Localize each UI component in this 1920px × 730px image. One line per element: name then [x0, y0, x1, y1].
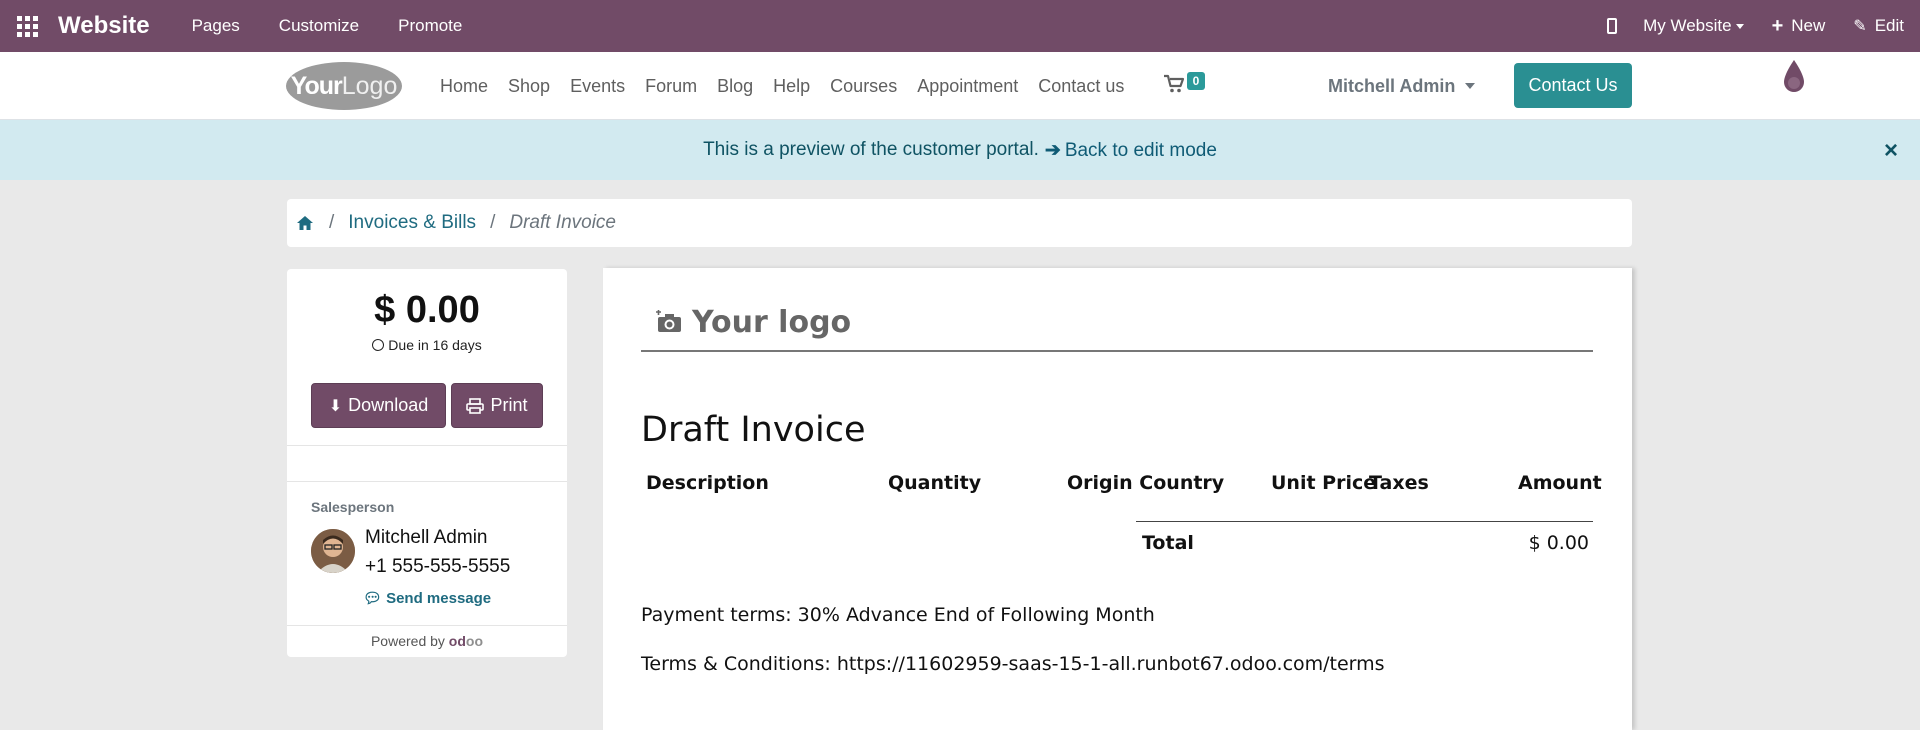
nav-forum[interactable]: Forum [645, 76, 697, 97]
nav-events[interactable]: Events [570, 76, 625, 97]
breadcrumb-current: Draft Invoice [509, 212, 616, 233]
divider [287, 481, 567, 482]
website-header: Your Logo Home Shop Events Forum Blog Hel… [0, 52, 1920, 120]
cart-icon [1164, 74, 1185, 93]
invoice-document: Your logo Draft Invoice Description Quan… [603, 268, 1632, 730]
company-logo-row: Your logo [641, 306, 1593, 352]
salesperson-label: Salesperson [311, 499, 395, 515]
due-text: Due in 16 days [388, 337, 482, 353]
menu-promote[interactable]: Promote [398, 16, 462, 36]
mobile-preview-icon[interactable] [1607, 18, 1618, 34]
plus-icon: + [1771, 15, 1784, 37]
preview-banner-text: This is a preview of the customer portal… [703, 139, 1039, 160]
nav-blog[interactable]: Blog [717, 76, 753, 97]
column-header-unit-price: Unit Price [1271, 472, 1377, 494]
edit-button[interactable]: ✎ Edit [1853, 16, 1904, 36]
column-header-amount: Amount [1518, 472, 1602, 494]
apps-menu-icon[interactable] [17, 15, 39, 37]
download-icon: ⬇ [328, 397, 343, 415]
odoo-logo-b: oo [465, 633, 484, 649]
breadcrumb-separator: / [490, 212, 496, 233]
column-header-description: Description [646, 472, 769, 494]
odoo-logo[interactable]: odoo [449, 633, 483, 649]
print-button[interactable]: Print [451, 383, 543, 428]
comments-icon: 💬︎ [362, 590, 382, 607]
nav-appointment[interactable]: Appointment [917, 76, 1018, 97]
column-header-taxes: Taxes [1369, 472, 1429, 494]
edit-button-label: Edit [1874, 16, 1904, 35]
contact-us-button[interactable]: Contact Us [1514, 63, 1632, 108]
breadcrumb: / Invoices & Bills / Draft Invoice [287, 199, 1632, 247]
close-icon[interactable]: × [1884, 137, 1898, 165]
salesperson-name: Mitchell Admin [365, 527, 488, 548]
site-logo[interactable]: Your Logo [286, 62, 402, 110]
nav-courses[interactable]: Courses [830, 76, 897, 97]
logo-text-light: Logo [341, 71, 398, 100]
user-name: Mitchell Admin [1328, 75, 1456, 96]
payment-terms: Payment terms: 30% Advance End of Follow… [641, 604, 1155, 626]
divider [287, 445, 567, 446]
send-message-link[interactable]: 💬︎ Send message [287, 589, 567, 607]
due-info: Due in 16 days [287, 337, 567, 353]
send-message-label: Send message [386, 590, 492, 607]
arrow-right-icon: ➔ [1044, 139, 1061, 161]
menu-pages[interactable]: Pages [192, 16, 240, 36]
camera-plus-icon[interactable] [655, 310, 683, 334]
app-title[interactable]: Website [58, 12, 150, 40]
column-header-origin-country: Origin Country [1067, 472, 1225, 494]
breadcrumb-separator: / [329, 212, 335, 233]
new-button-label: New [1791, 16, 1826, 35]
clock-icon [372, 339, 385, 351]
divider [287, 625, 567, 626]
cart-count-badge: 0 [1187, 72, 1205, 90]
menu-customize[interactable]: Customize [279, 16, 359, 36]
invoice-sidebar: $ 0.00 Due in 16 days ⬇ Download Print S… [287, 269, 567, 657]
printer-icon [466, 397, 485, 414]
total-label: Total [1142, 532, 1194, 554]
nav-contact-us[interactable]: Contact us [1038, 76, 1124, 97]
website-switcher[interactable]: My Website [1643, 16, 1744, 36]
total-value: $ 0.00 [1528, 532, 1589, 554]
back-to-edit-label: Back to edit mode [1064, 139, 1217, 161]
pencil-icon: ✎ [1853, 18, 1867, 35]
admin-top-bar: Website Pages Customize Promote My Websi… [0, 0, 1920, 52]
breadcrumb-invoices-bills[interactable]: Invoices & Bills [348, 212, 476, 234]
download-button[interactable]: ⬇ Download [311, 383, 446, 428]
odoo-logo-a: od [448, 633, 466, 649]
download-label: Download [348, 395, 429, 415]
powered-by: Powered by odoo [287, 633, 567, 649]
cart-button[interactable]: 0 [1163, 72, 1205, 100]
back-to-edit-link[interactable]: ➔ Back to edit mode [1045, 139, 1217, 162]
chevron-down-icon [1465, 83, 1476, 89]
invoice-title: Draft Invoice [641, 410, 866, 450]
print-label: Print [490, 395, 528, 415]
user-menu[interactable]: Mitchell Admin [1328, 52, 1476, 120]
theme-drop-icon[interactable] [1779, 58, 1809, 98]
powered-by-text: Powered by [370, 633, 445, 649]
logo-placeholder-text: Your logo [692, 305, 852, 340]
home-icon[interactable] [295, 213, 315, 233]
new-button[interactable]: + New [1772, 16, 1826, 36]
column-header-quantity: Quantity [888, 472, 982, 494]
nav-shop[interactable]: Shop [508, 76, 550, 97]
salesperson-phone: +1 555-555-5555 [365, 556, 511, 577]
chevron-down-icon [1735, 24, 1744, 30]
invoice-amount: $ 0.00 [374, 289, 480, 331]
avatar [311, 529, 355, 573]
terms-conditions: Terms & Conditions: https://11602959-saa… [641, 653, 1385, 675]
nav-help[interactable]: Help [773, 76, 810, 97]
nav-home[interactable]: Home [440, 76, 488, 97]
website-switcher-label: My Website [1643, 16, 1732, 35]
main-nav: Home Shop Events Forum Blog Help Courses… [440, 52, 1144, 120]
logo-text-bold: Your [290, 71, 343, 100]
preview-banner: This is a preview of the customer portal… [0, 120, 1920, 180]
total-divider [1136, 521, 1593, 522]
